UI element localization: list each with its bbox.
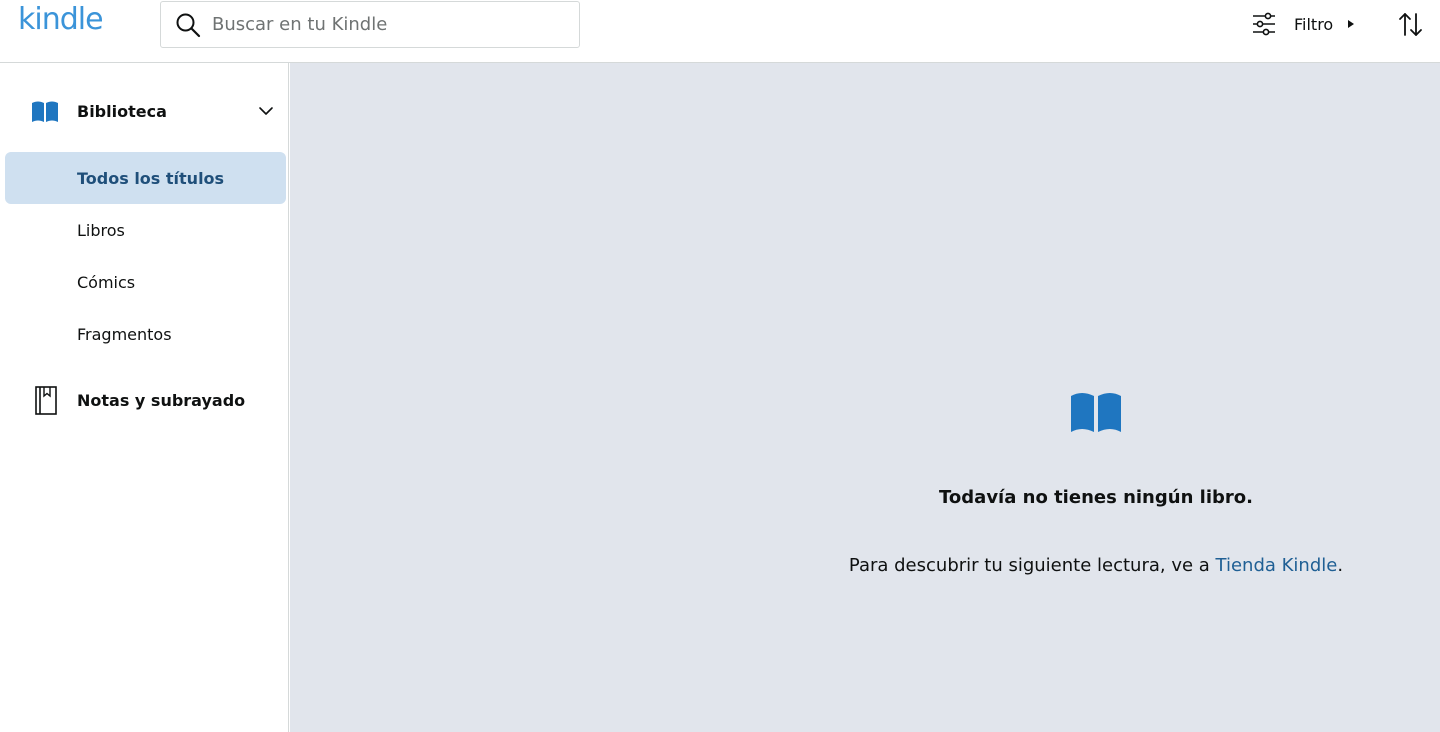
sidebar-item-label: Fragmentos <box>77 324 172 344</box>
sidebar-item-label: Libros <box>77 220 125 240</box>
empty-state-title: Todavía no tienes ningún libro. <box>939 487 1253 508</box>
search-icon[interactable] <box>175 12 201 38</box>
kindle-logo[interactable]: kindle <box>18 2 104 37</box>
caret-right-icon <box>1348 20 1355 28</box>
search-box[interactable] <box>160 1 580 48</box>
book-open-icon <box>32 101 58 122</box>
sidebar-section-library[interactable]: Biblioteca <box>0 91 289 131</box>
sidebar-item-label: Todos los títulos <box>77 168 225 188</box>
sliders-icon <box>1253 12 1275 36</box>
sidebar-item-books[interactable]: Libros <box>5 204 286 256</box>
sidebar-library-label: Biblioteca <box>77 101 167 121</box>
empty-state-message: Para descubrir tu siguiente lectura, ve … <box>730 555 1440 576</box>
sidebar-section-notes[interactable]: Notas y subrayado <box>0 380 289 420</box>
filter-button[interactable]: Filtro <box>1250 8 1355 40</box>
sort-arrows-icon[interactable] <box>1396 10 1426 40</box>
sidebar: Biblioteca Todos los títulos Libros Cómi… <box>0 63 289 732</box>
sidebar-item-label: Cómics <box>77 272 136 292</box>
sidebar-item-comics[interactable]: Cómics <box>5 256 286 308</box>
library-content: Todavía no tienes ningún libro. Para des… <box>290 63 1440 732</box>
empty-state-text: Para descubrir tu siguiente lectura, ve … <box>848 555 1216 576</box>
book-open-icon <box>1071 393 1121 432</box>
chevron-down-icon[interactable] <box>257 102 275 120</box>
notebook-icon <box>35 386 57 415</box>
sidebar-notes-label: Notas y subrayado <box>77 390 246 410</box>
kindle-store-link[interactable]: Tienda Kindle <box>1216 555 1338 576</box>
filter-label: Filtro <box>1294 14 1334 34</box>
top-bar: kindle Filtro <box>0 0 1440 63</box>
search-input[interactable] <box>212 9 552 40</box>
empty-state-period: . <box>1337 555 1344 576</box>
sidebar-item-all-titles[interactable]: Todos los títulos <box>5 152 286 204</box>
sidebar-item-samples[interactable]: Fragmentos <box>5 308 286 360</box>
